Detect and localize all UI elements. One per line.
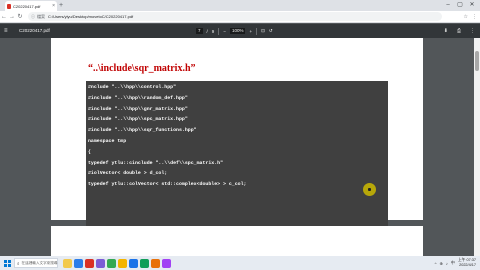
- zoom-in-button[interactable]: +: [249, 29, 252, 34]
- url-input[interactable]: ⓘ 檔案 C:/Users/ylyu/Desktop/movetoC/C2022…: [28, 12, 442, 21]
- taskbar-app-icon[interactable]: [118, 258, 127, 268]
- pdf-next-page: [51, 226, 423, 256]
- new-tab-button[interactable]: +: [59, 1, 63, 10]
- info-icon[interactable]: ⓘ: [31, 14, 35, 20]
- mouse-cursor-highlight: [363, 183, 376, 196]
- taskbar-app-icon[interactable]: [151, 258, 160, 268]
- clock-date: 2022/4/17: [459, 263, 476, 267]
- code-line: typedef ytlu::cinclude "..\\def\\spc_mat…: [88, 160, 224, 166]
- minimize-button[interactable]: –: [442, 0, 454, 11]
- pdf-icon: [7, 3, 11, 9]
- close-window-button[interactable]: ✕: [466, 0, 478, 11]
- taskbar-app-icon[interactable]: [74, 258, 83, 268]
- search-icon: ⌕: [17, 260, 20, 266]
- window-controls: – ▢ ✕: [442, 0, 478, 11]
- volume-icon[interactable]: ♪: [446, 261, 448, 266]
- pdf-page-controls: 7 / 9 − 100% + ⊡ ↺: [196, 26, 273, 36]
- toolbar-divider: [218, 27, 220, 35]
- pdf-page: “..\include\sqr_matrix.h” #nclude "..\\h…: [51, 38, 423, 233]
- address-bar: ← → ↻ ⓘ 檔案 C:/Users/ylyu/Desktop/movetoC…: [0, 11, 480, 23]
- pdf-filename: C20220417.pdf: [19, 28, 50, 33]
- tray-expand-icon[interactable]: ^: [435, 261, 437, 266]
- print-icon[interactable]: ⎙: [457, 28, 461, 34]
- page-separator: /: [206, 28, 208, 34]
- pdf-toolbar: ≡ C20220417.pdf 7 / 9 − 100% + ⊡ ↺ ⬇ ⎙ ⋮: [0, 24, 480, 38]
- network-icon[interactable]: ⊕: [439, 261, 442, 266]
- search-placeholder: 在這裡輸入文字來搜尋: [21, 260, 58, 265]
- code-line: #include "..\\hpp\\gnr_matrix.hpp": [88, 106, 188, 112]
- code-line: #iolVector< double > d_col;: [88, 171, 168, 177]
- taskbar-clock[interactable]: 上午 07:37 2022/4/17: [458, 258, 476, 267]
- windows-logo-icon: [3, 259, 11, 267]
- code-line: #include "..\\hpp\\sqr_functions.hpp": [88, 128, 197, 134]
- code-line: #include "..\\hpp\\spc_matrix.hpp": [88, 117, 188, 123]
- reload-button[interactable]: ↻: [16, 11, 24, 23]
- code-line: #nclude "..\\hpp\\control.hpp": [88, 85, 177, 90]
- taskbar-app-icon[interactable]: [140, 258, 149, 268]
- taskbar-search-box[interactable]: ⌕ 在這裡輸入文字來搜尋: [14, 258, 58, 268]
- more-options-icon[interactable]: ⋮: [470, 28, 475, 34]
- zoom-level[interactable]: 100%: [229, 28, 246, 34]
- code-line: namespace tmp: [88, 138, 127, 144]
- taskbar-app-icon[interactable]: [129, 258, 138, 268]
- page-total: 9: [211, 28, 215, 34]
- download-icon[interactable]: ⬇: [444, 28, 448, 34]
- security-chip: 檔案: [37, 13, 45, 19]
- input-language-icon[interactable]: 中: [451, 260, 455, 266]
- zoom-out-button[interactable]: −: [223, 29, 226, 34]
- start-button[interactable]: [0, 256, 14, 270]
- code-line: #include "..\\hpp\\random_def.hpp": [88, 95, 188, 101]
- pdf-scrollbar[interactable]: [474, 38, 480, 256]
- taskbar-app-icon[interactable]: [96, 258, 105, 268]
- rotate-icon[interactable]: ↺: [269, 28, 273, 34]
- taskbar-app-icon[interactable]: [85, 258, 94, 268]
- back-button[interactable]: ←: [0, 11, 8, 23]
- system-tray: ^ ⊕ ♪ 中 上午 07:37 2022/4/17: [435, 258, 480, 267]
- tab-title: C20220417.pdf: [13, 3, 41, 9]
- browser-tab[interactable]: C20220417.pdf ×: [5, 1, 57, 11]
- page-number-input[interactable]: 7: [196, 28, 203, 34]
- code-block: #nclude "..\\hpp\\control.hpp" #include …: [86, 81, 388, 233]
- browser-tab-strip: C20220417.pdf × + – ▢ ✕: [0, 0, 480, 11]
- bookmark-star-icon[interactable]: ☆: [464, 14, 468, 20]
- pdf-actions: ⬇ ⎙ ⋮: [444, 26, 475, 36]
- taskbar: ⌕ 在這裡輸入文字來搜尋 ^ ⊕ ♪ 中 上午 07:37 2022/4/17: [0, 256, 480, 270]
- url-text: C:/Users/ylyu/Desktop/movetoC/C20220417.…: [48, 14, 134, 19]
- hamburger-menu-icon[interactable]: ≡: [4, 26, 8, 36]
- taskbar-app-icon[interactable]: [107, 258, 116, 268]
- browser-actions: ☆ ⋮: [442, 14, 480, 20]
- code-line: typedef ytlu::colVector< std::complex<do…: [88, 182, 247, 188]
- taskbar-app-icon[interactable]: [63, 258, 72, 268]
- taskbar-app-icon[interactable]: [162, 258, 171, 268]
- browser-menu-icon[interactable]: ⋮: [472, 14, 477, 20]
- forward-button[interactable]: →: [8, 11, 16, 23]
- page-heading: “..\include\sqr_matrix.h”: [88, 63, 196, 74]
- taskbar-apps: [63, 258, 171, 268]
- fit-page-icon[interactable]: ⊡: [261, 28, 265, 34]
- maximize-button[interactable]: ▢: [454, 0, 466, 11]
- code-line: {: [88, 149, 91, 155]
- close-icon[interactable]: ×: [52, 3, 55, 9]
- toolbar-divider: [256, 27, 258, 35]
- scrollbar-thumb[interactable]: [475, 51, 479, 71]
